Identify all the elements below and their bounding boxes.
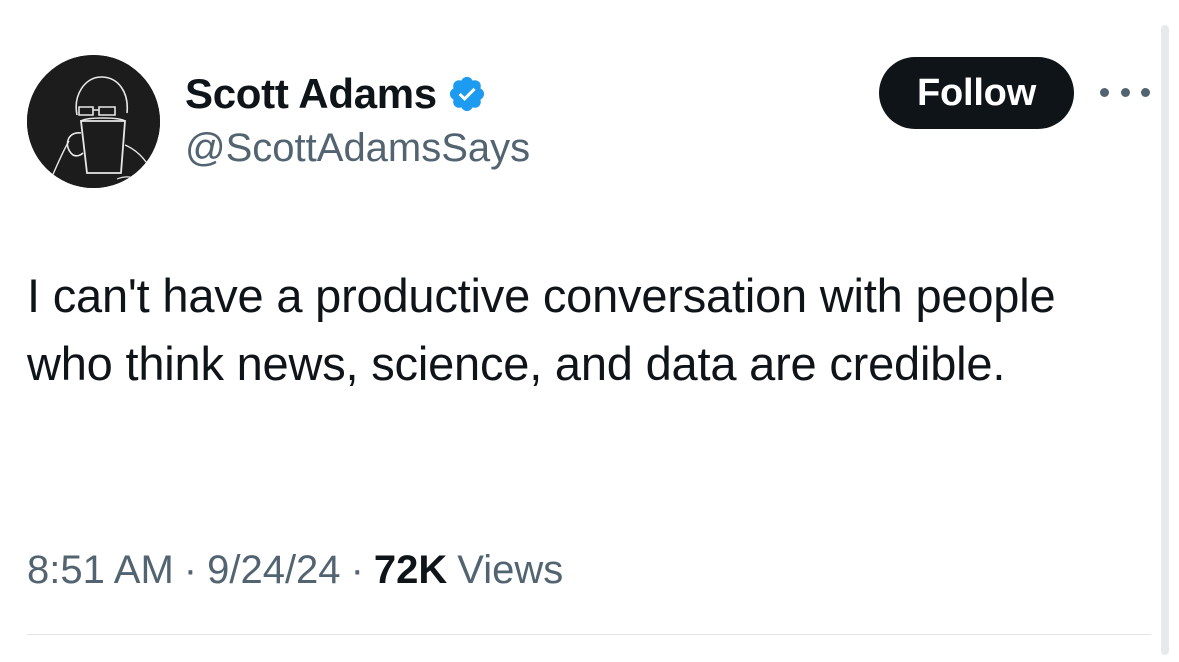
author-block: Scott Adams @ScottAdamsSays (185, 68, 530, 171)
meta-separator: · (350, 548, 364, 592)
tweet-text: I can't have a productive conversation w… (27, 269, 1056, 390)
author-display-name[interactable]: Scott Adams (185, 70, 437, 118)
divider (27, 634, 1151, 635)
tweet-date[interactable]: 9/24/24 (207, 548, 340, 593)
author-handle[interactable]: @ScottAdamsSays (185, 126, 530, 171)
more-dot (1100, 87, 1109, 97)
more-options-icon[interactable] (1100, 80, 1150, 104)
tweet-meta: 8:51 AM · 9/24/24 · 72K Views (27, 548, 563, 593)
more-dot (1120, 87, 1130, 97)
verified-badge-icon[interactable] (447, 74, 487, 114)
meta-separator: · (183, 548, 198, 592)
author-name-row: Scott Adams (185, 68, 530, 120)
sketch-man-drinking-mug-avatar-icon (27, 55, 160, 188)
views-count[interactable]: 72K (374, 548, 447, 593)
scrollbar[interactable] (1161, 25, 1169, 655)
follow-button[interactable]: Follow (879, 57, 1074, 129)
views-label[interactable]: Views (457, 548, 563, 593)
more-dot (1141, 87, 1150, 97)
tweet-time[interactable]: 8:51 AM (27, 548, 174, 593)
avatar[interactable] (27, 55, 160, 188)
tweet-card: Scott Adams @ScottAdamsSays Follow I can… (0, 0, 1179, 662)
